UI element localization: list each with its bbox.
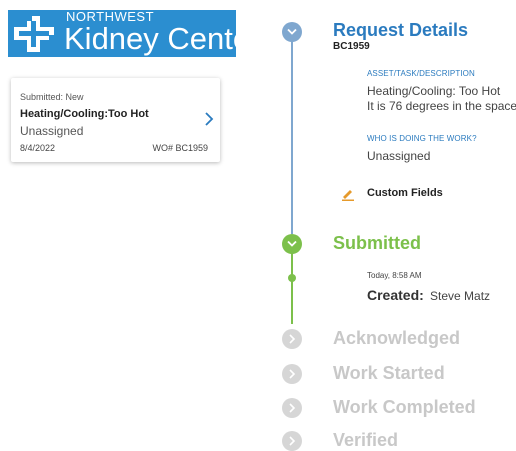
step-title-work-started: Work Started	[333, 363, 445, 383]
pencil-icon	[342, 190, 354, 201]
request-wo-id: BC1959	[333, 41, 370, 52]
created-by-name: Steve Matz	[430, 289, 491, 303]
work-order-card[interactable]: Submitted: New Heating/Cooling:Too Hot U…	[11, 78, 220, 162]
step-circle-work-completed[interactable]	[282, 398, 302, 418]
card-assignee: Unassigned	[20, 124, 84, 138]
worker-value: Unassigned	[367, 149, 431, 163]
asset-task-value: Heating/Cooling: Too Hot	[367, 84, 501, 98]
step-title-verified: Verified	[333, 430, 399, 450]
logo-text-kidney-centers: Kidney Centers	[64, 21, 236, 56]
asset-task-description-label: ASSET/TASK/DESCRIPTION	[367, 69, 475, 78]
northwest-kidney-centers-logo: NORTHWEST Kidney Centers	[8, 10, 236, 57]
timeline-line-request-details	[291, 38, 293, 234]
chevron-right-icon	[289, 369, 296, 379]
step-circle-acknowledged[interactable]	[282, 329, 302, 349]
chevron-right-icon	[289, 334, 296, 344]
step-circle-request-details[interactable]	[282, 22, 302, 42]
card-status: Submitted: New	[20, 92, 84, 102]
chevron-right-icon	[289, 436, 296, 446]
custom-fields-label: Custom Fields	[367, 187, 443, 199]
who-is-doing-work-label: WHO IS DOING THE WORK?	[367, 134, 477, 143]
created-label: Created:	[367, 287, 424, 303]
step-title-request-details: Request Details	[333, 20, 469, 40]
chevron-down-icon	[287, 240, 297, 247]
description-value: It is 76 degrees in the space	[367, 99, 516, 113]
chevron-right-icon	[289, 403, 296, 413]
card-date: 8/4/2022	[20, 143, 56, 153]
step-title-work-completed: Work Completed	[333, 397, 476, 417]
step-title-acknowledged: Acknowledged	[333, 328, 461, 348]
logo-cross-icon	[14, 16, 54, 52]
step-circle-work-started[interactable]	[282, 364, 302, 384]
chevron-right-icon[interactable]	[204, 111, 214, 127]
timeline-line-submitted	[291, 252, 293, 324]
chevron-down-icon	[287, 28, 297, 35]
event-timestamp: Today, 8:58 AM	[367, 271, 422, 280]
card-wo-number: WO# BC1959	[152, 143, 208, 153]
step-circle-verified[interactable]	[282, 431, 302, 451]
timeline-event-dot	[288, 274, 296, 282]
card-title: Heating/Cooling:Too Hot	[20, 108, 149, 120]
step-title-submitted: Submitted	[333, 233, 421, 253]
step-circle-submitted[interactable]	[282, 234, 302, 254]
